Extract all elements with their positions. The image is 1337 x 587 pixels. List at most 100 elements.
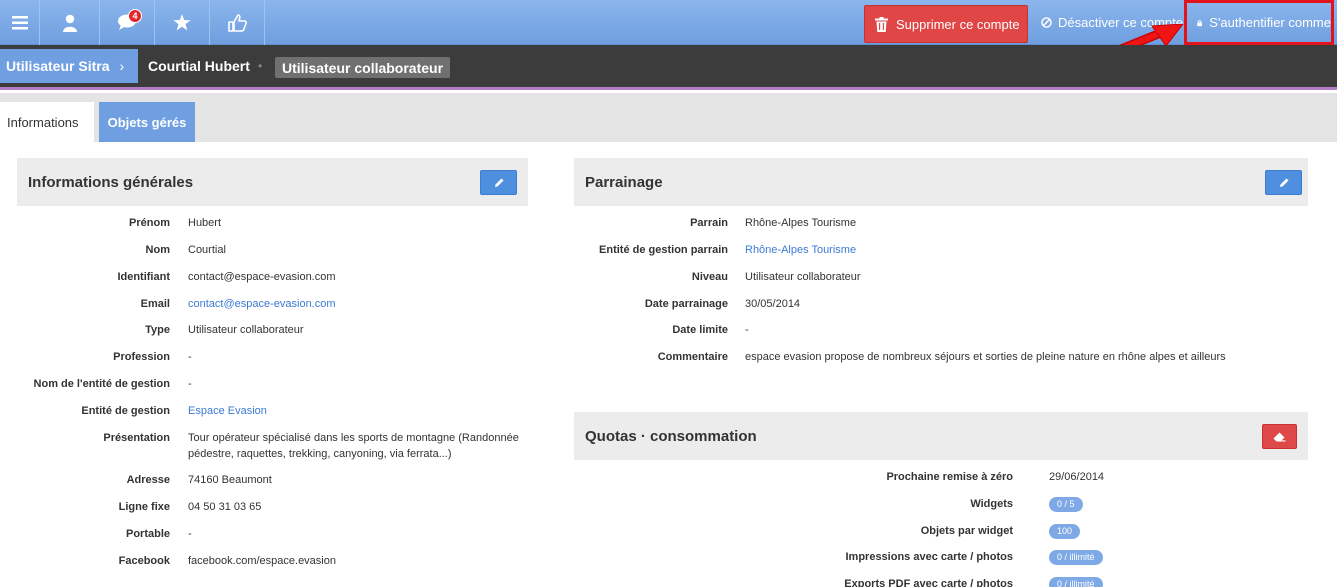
menu-button[interactable] <box>0 0 40 45</box>
general-row-entite: Entité de gestion Espace Evasion <box>0 403 267 419</box>
general-row-profession: Profession - <box>0 349 192 365</box>
general-label: Facebook <box>118 555 170 567</box>
breadcrumb-section-link[interactable]: Utilisateur Sitra › <box>0 49 138 83</box>
edit-parrainage-button[interactable] <box>1265 170 1302 195</box>
general-row-nom: Nom Courtial <box>0 242 226 258</box>
presentation-line: pédestre, raquettes, trekking, canyoning… <box>188 448 452 460</box>
parrainage-label: Parrain <box>690 217 728 229</box>
breadcrumb-section-label: Utilisateur Sitra <box>6 58 110 74</box>
quotas-header: Quotas · consommation <box>574 412 1308 460</box>
quota-row-remise: Prochaine remise à zéro 29/06/2014 <box>574 469 1104 485</box>
parrainage-row-date-limite: Date limite - <box>574 322 749 338</box>
quota-value: 29/06/2014 <box>1049 471 1105 483</box>
general-value: Utilisateur collaborateur <box>188 324 304 336</box>
general-label: Présentation <box>103 432 170 444</box>
quota-row-objets: Objets par widget 100 <box>574 523 1081 539</box>
entite-parrain-link[interactable]: Rhône-Alpes Tourisme <box>745 242 856 258</box>
general-value: 04 50 31 03 65 <box>188 501 262 513</box>
general-label: Type <box>145 324 170 336</box>
user-button[interactable] <box>40 0 100 45</box>
pencil-icon <box>1279 178 1288 187</box>
quota-label: Objets par widget <box>920 525 1013 537</box>
entite-gestion-link[interactable]: Espace Evasion <box>188 403 267 419</box>
general-row-portable: Portable - <box>0 526 192 542</box>
general-row-ligne-fixe: Ligne fixe 04 50 31 03 65 <box>0 499 262 515</box>
quota-pill: 0 / illimité <box>1049 550 1103 565</box>
authenticate-as-button[interactable]: S'authentifier comme <box>1184 0 1334 45</box>
quotas-title: Quotas · consommation <box>585 427 757 445</box>
parrainage-row-parrain: Parrain Rhône-Alpes Tourisme <box>574 215 856 231</box>
general-label: Identifiant <box>117 271 170 283</box>
quota-row-exports: Exports PDF avec carte / photos 0 / illim… <box>574 576 1103 587</box>
parrainage-row-commentaire: Commentaire espace evasion propose de nom… <box>574 349 1226 365</box>
general-value: Courtial <box>188 244 226 256</box>
email-link[interactable]: contact@espace-evasion.com <box>188 296 336 312</box>
general-label: Nom de l'entité de gestion <box>33 378 170 390</box>
quota-label: Prochaine remise à zéro <box>886 471 1013 483</box>
breadcrumb-dot: • <box>258 59 263 73</box>
general-value: Hubert <box>188 217 222 229</box>
favorites-button[interactable] <box>155 0 210 45</box>
parrainage-row-date: Date parrainage 30/05/2014 <box>574 296 800 312</box>
delete-account-button[interactable]: Supprimer ce compte <box>864 5 1028 43</box>
pencil-icon <box>494 178 503 187</box>
general-label: Email <box>140 298 170 310</box>
trash-icon <box>875 16 888 32</box>
parrainage-row-niveau: Niveau Utilisateur collaborateur <box>574 269 861 285</box>
like-button[interactable] <box>210 0 265 45</box>
general-value: contact@espace-evasion.com <box>188 271 336 283</box>
general-label: Ligne fixe <box>118 501 170 513</box>
messages-button[interactable] <box>100 0 155 45</box>
quota-row-widgets: Widgets 0 / 5 <box>574 496 1083 512</box>
authenticate-as-label: S'authentifier comme <box>1209 15 1331 30</box>
general-value: 74160 Beaumont <box>188 474 272 486</box>
parrainage-value: 30/05/2014 <box>745 298 801 310</box>
general-value: - <box>188 378 192 390</box>
general-value: - <box>188 528 192 540</box>
presentation-line: Tour opérateur spécialisé dans les sport… <box>188 432 519 444</box>
quota-row-impressions: Impressions avec carte / photos 0 / illim… <box>574 549 1103 565</box>
quota-label: Impressions avec carte / photos <box>845 551 1013 563</box>
delete-account-label: Supprimer ce compte <box>896 16 1020 32</box>
parrainage-label: Entité de gestion parrain <box>599 244 728 256</box>
quota-label: Exports PDF avec carte / photos <box>844 578 1013 587</box>
breadcrumb-user-name: Courtial Hubert <box>148 58 250 74</box>
general-label: Adresse <box>126 474 170 486</box>
presentation-text: Tour opérateur spécialisé dans les sport… <box>188 430 528 464</box>
edit-general-info-button[interactable] <box>480 170 517 195</box>
quota-pill-wrap: 0 / 5 <box>1049 496 1083 512</box>
parrainage-value: - <box>745 324 749 336</box>
general-label: Nom <box>145 244 170 256</box>
parrainage-value: Utilisateur collaborateur <box>745 271 861 283</box>
parrainage-row-entite: Entité de gestion parrain Rhône-Alpes Tou… <box>574 242 856 258</box>
quota-pill-wrap: 0 / illimité <box>1049 576 1103 587</box>
quota-pill: 0 / illimité <box>1049 577 1103 587</box>
general-row-presentation: Présentation Tour opérateur spécialisé da… <box>0 430 528 464</box>
tab-objets-geres[interactable]: Objets gérés <box>99 102 195 142</box>
eraser-icon <box>1273 432 1286 442</box>
general-row-facebook: Facebook facebook.com/espace.evasion <box>0 553 336 569</box>
general-row-type: Type Utilisateur collaborateur <box>0 322 304 338</box>
general-row-identifiant: Identifiant contact@espace-evasion.com <box>0 269 336 285</box>
quota-pill: 100 <box>1049 524 1081 539</box>
parrainage-value: Rhône-Alpes Tourisme <box>745 217 857 229</box>
parrainage-label: Date parrainage <box>644 298 728 310</box>
quota-pill: 0 / 5 <box>1049 497 1083 512</box>
quota-label: Widgets <box>970 498 1013 510</box>
parrainage-title: Parrainage <box>585 173 663 191</box>
breadcrumb-role-badge: Utilisateur collaborateur <box>275 57 451 78</box>
tab-informations[interactable]: Informations <box>0 102 94 142</box>
quota-pill-wrap: 100 <box>1049 523 1081 539</box>
general-label: Profession <box>113 351 170 363</box>
reset-quotas-button[interactable] <box>1262 424 1297 449</box>
parrainage-label: Date limite <box>672 324 728 336</box>
parrainage-header: Parrainage <box>574 158 1308 206</box>
general-row-email: Email contact@espace-evasion.com <box>0 296 336 312</box>
hamburger-icon <box>11 15 28 29</box>
general-info-title: Informations générales <box>28 173 194 191</box>
parrainage-label: Commentaire <box>657 351 728 363</box>
general-row-adresse: Adresse 74160 Beaumont <box>0 472 272 488</box>
quota-pill-wrap: 0 / illimité <box>1049 549 1103 565</box>
general-label: Portable <box>125 528 170 540</box>
general-label: Entité de gestion <box>81 405 170 417</box>
